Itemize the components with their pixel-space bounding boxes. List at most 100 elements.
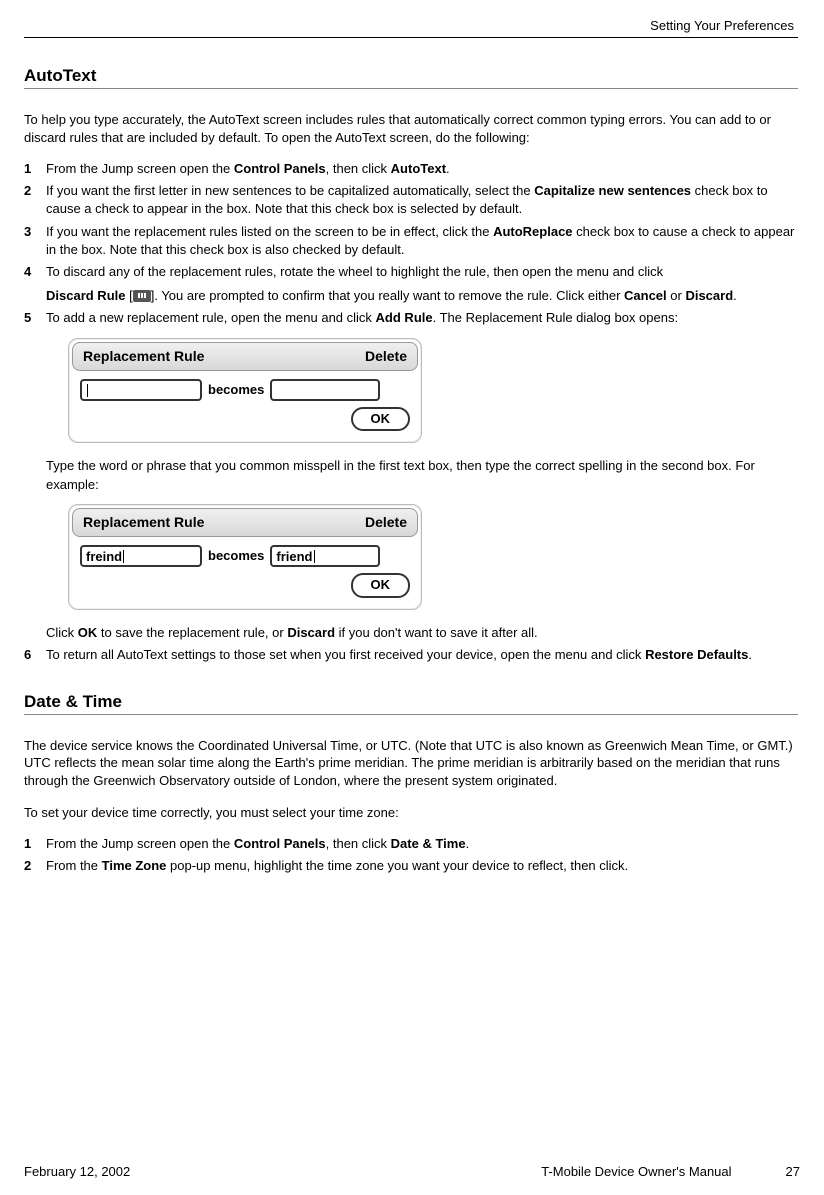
autotext-steps: 1 From the Jump screen open the Control …	[24, 160, 798, 664]
step-body: If you want the replacement rules listed…	[46, 223, 798, 259]
bold-text: Cancel	[624, 288, 667, 303]
bold-text: Add Rule	[376, 310, 433, 325]
dialog-titlebar: Replacement Rule Delete	[72, 342, 418, 372]
header-rule	[24, 37, 798, 38]
step-number: 4	[24, 263, 46, 305]
text: , then click	[326, 836, 391, 851]
step-2: 2 From the Time Zone pop-up menu, highli…	[24, 857, 798, 875]
dialog-frame: Replacement Rule Delete becomes OK	[68, 338, 422, 444]
text: , then click	[326, 161, 391, 176]
bold-text: Capitalize new sentences	[534, 183, 691, 198]
step-1: 1 From the Jump screen open the Control …	[24, 160, 798, 178]
dialog-body: becomes	[72, 371, 418, 407]
becomes-label: becomes	[208, 381, 264, 399]
dialog-titlebar: Replacement Rule Delete	[72, 508, 418, 538]
step-body: From the Jump screen open the Control Pa…	[46, 160, 798, 178]
bold-text: AutoText	[391, 161, 446, 176]
text: .	[748, 647, 752, 662]
text: If you want the first letter in new sent…	[46, 183, 534, 198]
datetime-heading: Date & Time	[24, 692, 798, 712]
delete-button[interactable]: Delete	[365, 513, 407, 533]
step-1: 1 From the Jump screen open the Control …	[24, 835, 798, 853]
replacement-rule-dialog-filled: Replacement Rule Delete freind becomes f…	[68, 504, 422, 610]
dialog-body: freind becomes friend	[72, 537, 418, 573]
becomes-label: becomes	[208, 547, 264, 565]
text: .	[466, 836, 470, 851]
text: if you don't want to save it after all.	[335, 625, 538, 640]
bold-text: AutoReplace	[493, 224, 572, 239]
misspelling-input[interactable]: freind	[80, 545, 202, 567]
misspelling-input[interactable]	[80, 379, 202, 401]
step-number: 6	[24, 646, 46, 664]
step-number: 2	[24, 182, 46, 218]
step-number: 5	[24, 309, 46, 641]
step-body: If you want the first letter in new sent…	[46, 182, 798, 218]
text: If you want the replacement rules listed…	[46, 224, 493, 239]
section-rule	[24, 714, 798, 715]
bold-text: Discard	[685, 288, 733, 303]
text: From the Jump screen open the	[46, 161, 234, 176]
text: [	[125, 288, 132, 303]
bold-text: Control Panels	[234, 836, 326, 851]
text: or	[667, 288, 686, 303]
step-3: 3 If you want the replacement rules list…	[24, 223, 798, 259]
step-number: 1	[24, 160, 46, 178]
text-cursor	[314, 550, 315, 563]
bold-text: Discard	[287, 625, 335, 640]
input-value: freind	[86, 549, 122, 564]
running-header: Setting Your Preferences	[24, 18, 798, 33]
dialog-title: Replacement Rule	[83, 513, 204, 533]
text: .	[446, 161, 450, 176]
bold-text: Date & Time	[391, 836, 466, 851]
text: To return all AutoText settings to those…	[46, 647, 645, 662]
autotext-intro: To help you type accurately, the AutoTex…	[24, 111, 798, 146]
step-5: 5 To add a new replacement rule, open th…	[24, 309, 798, 641]
step-2: 2 If you want the first letter in new se…	[24, 182, 798, 218]
page-footer: February 12, 2002 T-Mobile Device Owner'…	[24, 1164, 800, 1179]
ok-button[interactable]: OK	[351, 573, 411, 597]
text: to save the replacement rule, or	[97, 625, 287, 640]
dialog-footer: OK	[72, 573, 418, 605]
datetime-steps: 1 From the Jump screen open the Control …	[24, 835, 798, 875]
text: . The Replacement Rule dialog box opens:	[433, 310, 678, 325]
footer-manual-title: T-Mobile Device Owner's Manual	[541, 1164, 731, 1179]
bold-text: OK	[78, 625, 98, 640]
manual-page: Setting Your Preferences AutoText To hel…	[0, 0, 824, 1195]
text: ]. You are prompted to confirm that you …	[151, 288, 624, 303]
step-4: 4 To discard any of the replacement rule…	[24, 263, 798, 305]
footer-right: T-Mobile Device Owner's Manual 27	[541, 1164, 800, 1179]
step-6: 6 To return all AutoText settings to tho…	[24, 646, 798, 664]
text: From the Jump screen open the	[46, 836, 234, 851]
trash-icon	[133, 290, 151, 302]
dialog-title: Replacement Rule	[83, 347, 204, 367]
footer-page-number: 27	[786, 1164, 800, 1179]
footer-date: February 12, 2002	[24, 1164, 130, 1179]
delete-button[interactable]: Delete	[365, 347, 407, 367]
step-sub-text: Type the word or phrase that you common …	[46, 457, 798, 493]
bold-text: Control Panels	[234, 161, 326, 176]
datetime-intro: The device service knows the Coordinated…	[24, 737, 798, 790]
step-body: To discard any of the replacement rules,…	[46, 263, 798, 305]
dialog-footer: OK	[72, 407, 418, 439]
text: To add a new replacement rule, open the …	[46, 310, 376, 325]
correction-input[interactable]	[270, 379, 380, 401]
ok-button[interactable]: OK	[351, 407, 411, 431]
text: Click	[46, 625, 78, 640]
step-number: 1	[24, 835, 46, 853]
datetime-para2: To set your device time correctly, you m…	[24, 804, 798, 822]
correction-input[interactable]: friend	[270, 545, 380, 567]
text: From the	[46, 858, 102, 873]
bold-text: Restore Defaults	[645, 647, 748, 662]
section-rule	[24, 88, 798, 89]
step-body: From the Jump screen open the Control Pa…	[46, 835, 798, 853]
step-number: 2	[24, 857, 46, 875]
text-cursor	[123, 550, 124, 563]
replacement-rule-dialog-empty: Replacement Rule Delete becomes OK	[68, 338, 422, 444]
step-body: To add a new replacement rule, open the …	[46, 309, 798, 641]
dialog-frame: Replacement Rule Delete freind becomes f…	[68, 504, 422, 610]
step-body: From the Time Zone pop-up menu, highligh…	[46, 857, 798, 875]
step-sub-text: Click OK to save the replacement rule, o…	[46, 624, 798, 642]
step-body: To return all AutoText settings to those…	[46, 646, 798, 664]
input-value: friend	[276, 549, 312, 564]
step-number: 3	[24, 223, 46, 259]
